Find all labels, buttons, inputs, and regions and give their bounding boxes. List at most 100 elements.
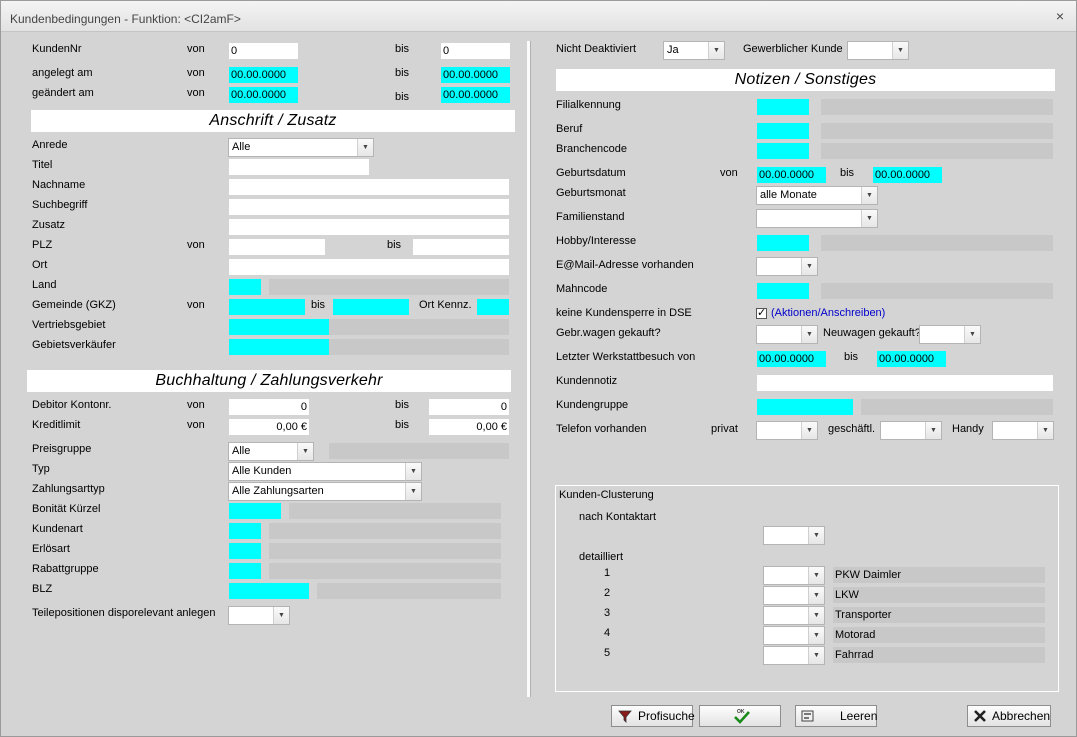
debitor-von-input[interactable]: 0 [229,399,309,415]
bis-label: bis [395,67,410,79]
plz-bis-input[interactable] [413,239,509,255]
titel-input[interactable] [229,159,369,175]
kundenart-label: Kundenart [32,523,83,535]
preisgruppe-select[interactable]: Alle ▼ [228,442,314,461]
chevron-down-icon[interactable]: ▼ [357,139,373,156]
cluster-select[interactable]: ▼ [763,586,825,605]
aktionen-link[interactable]: (Aktionen/Anschreiben) [771,306,885,320]
handy-select[interactable]: ▼ [992,421,1054,440]
debitor-bis-input[interactable]: 0 [429,399,509,415]
cluster-name: Transporter [833,607,1045,623]
chevron-down-icon[interactable]: ▼ [808,607,824,624]
geburtsmonat-select[interactable]: alle Monate ▼ [756,186,878,205]
kundennr-von-input[interactable]: 0 [229,43,298,59]
chevron-down-icon[interactable]: ▼ [808,527,824,544]
suchbegriff-input[interactable] [229,199,509,215]
ok-button[interactable]: OK [699,705,781,727]
chevron-down-icon[interactable]: ▼ [861,210,877,227]
chevron-down-icon[interactable]: ▼ [801,422,817,439]
geburtsdatum-bis-input[interactable]: 00.00.0000 [873,167,942,183]
chevron-down-icon[interactable]: ▼ [405,483,421,500]
anrede-select[interactable]: Alle ▼ [228,138,374,157]
erloesart-input[interactable] [229,543,261,559]
detailliert-label: detailliert [579,551,624,563]
typ-select[interactable]: Alle Kunden ▼ [228,462,422,481]
cluster-select[interactable]: ▼ [763,566,825,585]
angelegt-bis-input[interactable]: 00.00.0000 [441,67,510,83]
title-bar[interactable]: Kundenbedingungen - Funktion: <CI2amF> × [1,1,1076,32]
chevron-down-icon[interactable]: ▼ [297,443,313,460]
gebrwagen-select[interactable]: ▼ [756,325,818,344]
geaendert-bis-input[interactable]: 00.00.0000 [441,87,510,103]
chevron-down-icon[interactable]: ▼ [925,422,941,439]
gemeinde-bis-input[interactable] [333,299,409,315]
werkstatt-bis-input[interactable]: 00.00.0000 [877,351,946,367]
chevron-down-icon[interactable]: ▼ [273,607,289,624]
bonitaet-input[interactable] [229,503,281,519]
beruf-input[interactable] [757,123,809,139]
chevron-down-icon[interactable]: ▼ [405,463,421,480]
nachname-input[interactable] [229,179,509,195]
gewerblicher-kunde-select[interactable]: ▼ [847,41,909,60]
kreditlimit-von-input[interactable]: 0,00 € [229,419,309,435]
branchencode-input[interactable] [757,143,809,159]
profisuche-button[interactable]: Profisuche [611,705,695,727]
mahncode-input[interactable] [757,283,809,299]
geburtsdatum-von-input[interactable]: 00.00.0000 [757,167,826,183]
kundensperre-checkbox[interactable]: ✓ [756,308,767,319]
geschaeftl-select[interactable]: ▼ [880,421,942,440]
kontaktart-select[interactable]: ▼ [763,526,825,545]
kundenart-input[interactable] [229,523,261,539]
chevron-down-icon[interactable]: ▼ [861,187,877,204]
cluster-select[interactable]: ▼ [763,606,825,625]
gemeinde-von-input[interactable] [229,299,305,315]
hobby-input[interactable] [757,235,809,251]
werkstatt-label: Letzter Werkstattbesuch von [556,351,696,363]
gebietsverkaeufer-input[interactable] [229,339,329,355]
email-select[interactable]: ▼ [756,257,818,276]
ort-input[interactable] [229,259,509,275]
chevron-down-icon[interactable]: ▼ [808,627,824,644]
cluster-select[interactable]: ▼ [763,646,825,665]
section-buchhaltung: Buchhaltung / Zahlungsverkehr [27,370,511,392]
gebrwagen-label: Gebr.wagen gekauft? [556,327,661,339]
chevron-down-icon[interactable]: ▼ [708,42,724,59]
leeren-button[interactable]: Leeren [795,705,877,727]
plz-von-input[interactable] [229,239,325,255]
vertriebsgebiet-input[interactable] [229,319,329,335]
cluster-select[interactable]: ▼ [763,626,825,645]
privat-select[interactable]: ▼ [756,421,818,440]
chevron-down-icon[interactable]: ▼ [801,258,817,275]
chevron-down-icon[interactable]: ▼ [1037,422,1053,439]
kundennr-bis-input[interactable]: 0 [441,43,510,59]
neuwagen-select[interactable]: ▼ [919,325,981,344]
blz-label: BLZ [32,583,53,595]
cluster-num: 5 [604,647,611,659]
angelegt-von-input[interactable]: 00.00.0000 [229,67,298,83]
kreditlimit-bis-input[interactable]: 0,00 € [429,419,509,435]
land-input[interactable] [229,279,261,295]
rabattgruppe-input[interactable] [229,563,261,579]
familienstand-select[interactable]: ▼ [756,209,878,228]
blz-input[interactable] [229,583,309,599]
teilepositionen-select[interactable]: ▼ [228,606,290,625]
zusatz-input[interactable] [229,219,509,235]
chevron-down-icon[interactable]: ▼ [808,587,824,604]
geaendert-von-input[interactable]: 00.00.0000 [229,87,298,103]
von-label: von [187,43,205,55]
filialkennung-input[interactable] [757,99,809,115]
chevron-down-icon[interactable]: ▼ [801,326,817,343]
chevron-down-icon[interactable]: ▼ [964,326,980,343]
nicht-deaktiviert-select[interactable]: Ja ▼ [663,41,725,60]
close-icon[interactable]: × [1056,8,1064,24]
abbrechen-button[interactable]: Abbrechen [967,705,1051,727]
werkstatt-von-input[interactable]: 00.00.0000 [757,351,826,367]
chevron-down-icon[interactable]: ▼ [808,567,824,584]
typ-label: Typ [32,463,50,475]
chevron-down-icon[interactable]: ▼ [808,647,824,664]
kundengruppe-input[interactable] [757,399,853,415]
kundennotiz-input[interactable] [757,375,1053,391]
chevron-down-icon[interactable]: ▼ [892,42,908,59]
ort-kennz-input[interactable] [477,299,509,315]
zahlungsarttyp-select[interactable]: Alle Zahlungsarten ▼ [228,482,422,501]
